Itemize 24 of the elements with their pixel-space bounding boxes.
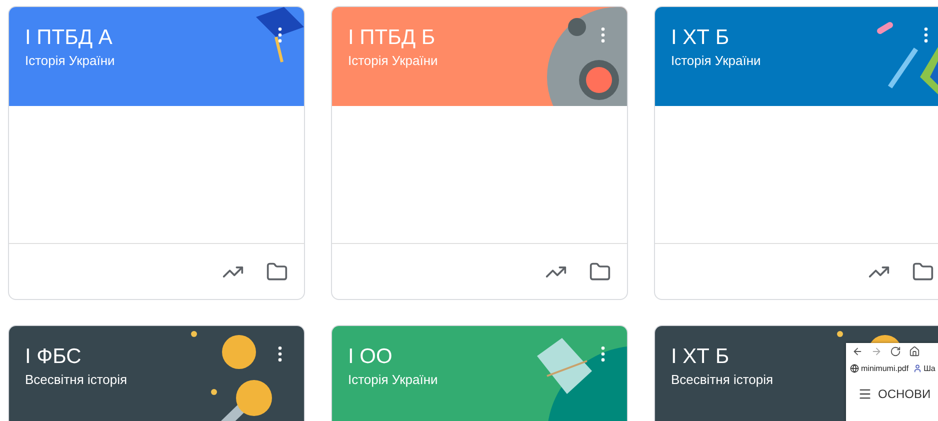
reload-icon[interactable] xyxy=(890,346,901,357)
class-card[interactable]: I ХТ Б Історія України xyxy=(654,6,938,300)
class-title[interactable]: I ФБС xyxy=(25,344,82,370)
class-subject: Історія України xyxy=(348,53,438,68)
class-title[interactable]: I ХТ Б xyxy=(671,344,730,370)
class-card[interactable]: I ПТБД А Історія України xyxy=(8,6,305,300)
class-title[interactable]: I ПТБД А xyxy=(25,25,112,51)
class-subject: Історія України xyxy=(348,372,438,387)
back-icon[interactable] xyxy=(852,346,863,357)
bookmark-link[interactable]: Ша xyxy=(912,364,936,373)
globe-icon xyxy=(850,364,859,373)
class-title[interactable]: I ХТ Б xyxy=(671,25,730,51)
menu-icon[interactable] xyxy=(858,387,872,401)
class-subject: Всесвітня історія xyxy=(671,372,774,387)
class-title[interactable]: I ОО xyxy=(348,344,392,370)
class-subject: Історія України xyxy=(25,53,115,68)
page-heading: ОСНОВИ xyxy=(878,387,931,401)
class-card[interactable]: I ФБС Всесвітня історія xyxy=(8,325,305,421)
home-icon[interactable] xyxy=(909,346,920,357)
person-icon xyxy=(912,364,922,373)
class-subject: Історія України xyxy=(671,53,761,68)
class-card[interactable]: I ОО Історія України xyxy=(331,325,628,421)
class-subject: Всесвітня історія xyxy=(25,372,128,387)
bookmark-link[interactable]: minimumi.pdf xyxy=(850,364,909,373)
